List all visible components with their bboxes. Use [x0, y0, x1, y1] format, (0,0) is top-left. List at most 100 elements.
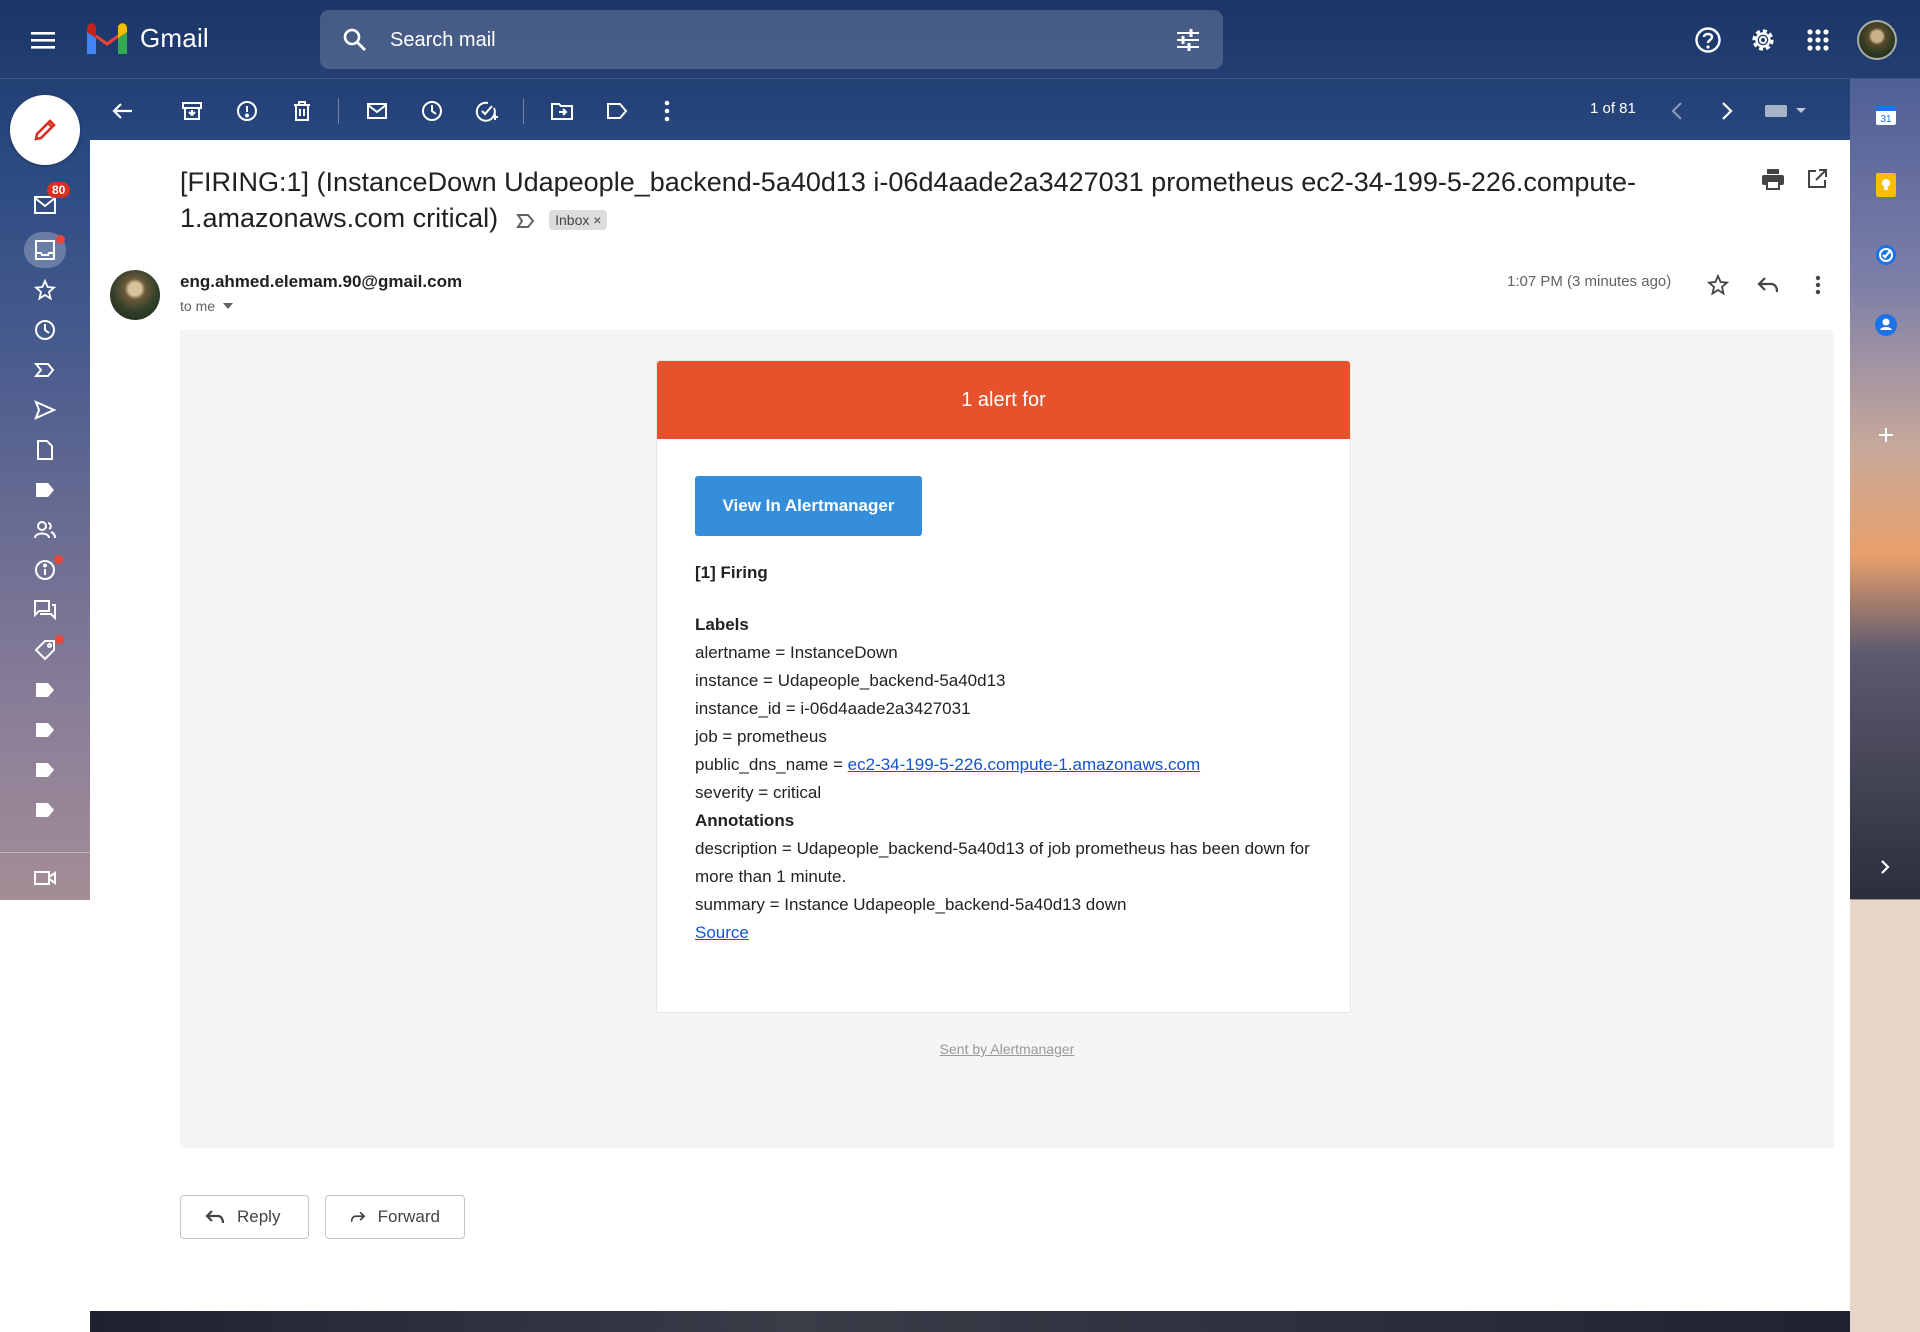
app-name: Gmail	[140, 22, 209, 53]
rail-divider	[0, 852, 90, 853]
print-icon[interactable]	[1761, 168, 1785, 195]
annotation-description: description = Udapeople_backend-5a40d13 …	[695, 839, 1310, 886]
promotions-notification-dot	[55, 635, 64, 644]
label-icon[interactable]	[30, 675, 60, 705]
recipient-line[interactable]: to me	[180, 298, 234, 314]
annotation-summary: summary = Instance Udapeople_backend-5a4…	[695, 895, 1127, 914]
recipient-text: to me	[180, 298, 216, 314]
search-icon[interactable]	[342, 27, 368, 58]
drafts-icon[interactable]	[30, 435, 60, 465]
remove-label-close-icon[interactable]: ×	[593, 212, 601, 228]
message-pane: [FIRING:1] (InstanceDown Udapeople_backe…	[90, 140, 1850, 1311]
toolbar-divider	[338, 98, 339, 124]
svg-text:31: 31	[1880, 114, 1892, 125]
reply-button[interactable]: Reply	[180, 1195, 309, 1239]
snooze-clock-icon[interactable]	[417, 96, 447, 126]
add-addon-plus-icon[interactable]	[1871, 420, 1901, 450]
open-in-new-window-icon[interactable]	[1806, 168, 1828, 195]
label-line: public_dns_name = ec2-34-199-5-226.compu…	[695, 751, 1335, 779]
delete-trash-icon[interactable]	[287, 96, 317, 126]
labels-icon[interactable]	[602, 96, 632, 126]
help-icon[interactable]	[1690, 22, 1726, 58]
alert-card: 1 alert for View In Alertmanager [1] Fir…	[656, 360, 1351, 1013]
search-options-icon[interactable]	[1175, 27, 1201, 58]
email-subject: [FIRING:1] (InstanceDown Udapeople_backe…	[180, 164, 1740, 238]
reply-arrow-icon	[205, 1210, 225, 1224]
view-in-alertmanager-button[interactable]: View In Alertmanager	[695, 476, 922, 536]
back-arrow-icon[interactable]	[108, 96, 138, 126]
updates-notification-dot	[54, 555, 63, 564]
source-link[interactable]: Source	[695, 923, 749, 942]
forward-label: Forward	[377, 1207, 440, 1226]
inbox-notification-dot	[56, 235, 65, 244]
dns-key: public_dns_name =	[695, 755, 848, 774]
mark-unread-icon[interactable]	[362, 96, 392, 126]
newer-chevron-left-icon[interactable]	[1662, 96, 1692, 126]
unread-count-badge: 80	[47, 182, 71, 198]
blank-area	[1850, 900, 1920, 1332]
older-chevron-right-icon[interactable]	[1712, 96, 1742, 126]
more-vertical-icon[interactable]	[652, 96, 682, 126]
move-to-folder-icon[interactable]	[547, 96, 577, 126]
search-input[interactable]	[390, 20, 1150, 60]
sent-icon[interactable]	[30, 395, 60, 425]
snoozed-clock-icon[interactable]	[30, 315, 60, 345]
alert-details: [1] Firing Labels alertname = InstanceDo…	[695, 559, 1335, 947]
labels-heading: Labels	[695, 615, 749, 634]
meet-video-icon[interactable]	[30, 863, 60, 893]
top-bar: Gmail	[0, 0, 1920, 79]
toolbar-divider	[523, 98, 524, 124]
settings-icon[interactable]	[1745, 22, 1781, 58]
message-more-vertical-icon[interactable]	[1803, 270, 1833, 300]
social-people-icon[interactable]	[30, 515, 60, 545]
bottom-strip	[90, 1311, 1850, 1332]
subject-text: [FIRING:1] (InstanceDown Udapeople_backe…	[180, 167, 1636, 233]
label-line: alertname = InstanceDown	[695, 643, 898, 662]
calendar-icon[interactable]: 31	[1871, 100, 1901, 130]
report-spam-icon[interactable]	[232, 96, 262, 126]
forward-arrow-icon	[350, 1211, 366, 1222]
show-side-panel-chevron-icon[interactable]	[1870, 852, 1900, 882]
starred-icon[interactable]	[30, 275, 60, 305]
add-to-tasks-icon[interactable]	[472, 96, 502, 126]
gmail-logo[interactable]: Gmail	[84, 20, 209, 56]
importance-marker-icon[interactable]	[515, 202, 536, 238]
label-line: job = prometheus	[695, 727, 827, 746]
tasks-icon[interactable]	[1871, 240, 1901, 270]
forward-button[interactable]: Forward	[325, 1195, 465, 1239]
compose-button[interactable]	[10, 95, 80, 165]
forums-icon[interactable]	[30, 595, 60, 625]
sender-avatar[interactable]	[110, 270, 160, 320]
important-icon[interactable]	[30, 355, 60, 385]
alert-header: 1 alert for	[657, 361, 1350, 439]
input-tools-keyboard-icon[interactable]	[1762, 96, 1810, 126]
sender-email[interactable]: eng.ahmed.elemam.90@gmail.com	[180, 272, 462, 292]
search-bar	[320, 10, 1223, 69]
inbox-label-chip[interactable]: Inbox ×	[549, 209, 608, 230]
label-icon[interactable]	[30, 475, 60, 505]
public-dns-link[interactable]: ec2-34-199-5-226.compute-1.amazonaws.com	[848, 755, 1200, 774]
hamburger-icon	[31, 32, 55, 49]
show-details-caret-icon[interactable]	[223, 303, 234, 309]
main-menu-button[interactable]	[26, 24, 62, 56]
label-line: instance_id = i-06d4aade2a3427031	[695, 699, 971, 718]
keep-icon[interactable]	[1871, 170, 1901, 200]
inbox-label-text: Inbox	[555, 211, 590, 228]
label-icon[interactable]	[30, 755, 60, 785]
sent-by-alertmanager-link[interactable]: Sent by Alertmanager	[180, 1041, 1834, 1057]
right-rail-wallpaper	[1850, 79, 1920, 899]
label-line: instance = Udapeople_backend-5a40d13	[695, 671, 1006, 690]
pencil-icon	[34, 119, 56, 141]
account-avatar[interactable]	[1857, 20, 1897, 60]
reply-arrow-icon[interactable]	[1753, 270, 1783, 300]
star-icon[interactable]	[1703, 270, 1733, 300]
blank-area	[0, 900, 90, 1332]
archive-icon[interactable]	[177, 96, 207, 126]
label-icon[interactable]	[30, 715, 60, 745]
label-line: severity = critical	[695, 783, 822, 802]
apps-grid-icon[interactable]	[1800, 22, 1836, 58]
pagination-count: 1 of 81	[1590, 100, 1636, 117]
contacts-icon[interactable]	[1871, 310, 1901, 340]
label-icon[interactable]	[30, 795, 60, 825]
annotations-heading: Annotations	[695, 811, 795, 830]
